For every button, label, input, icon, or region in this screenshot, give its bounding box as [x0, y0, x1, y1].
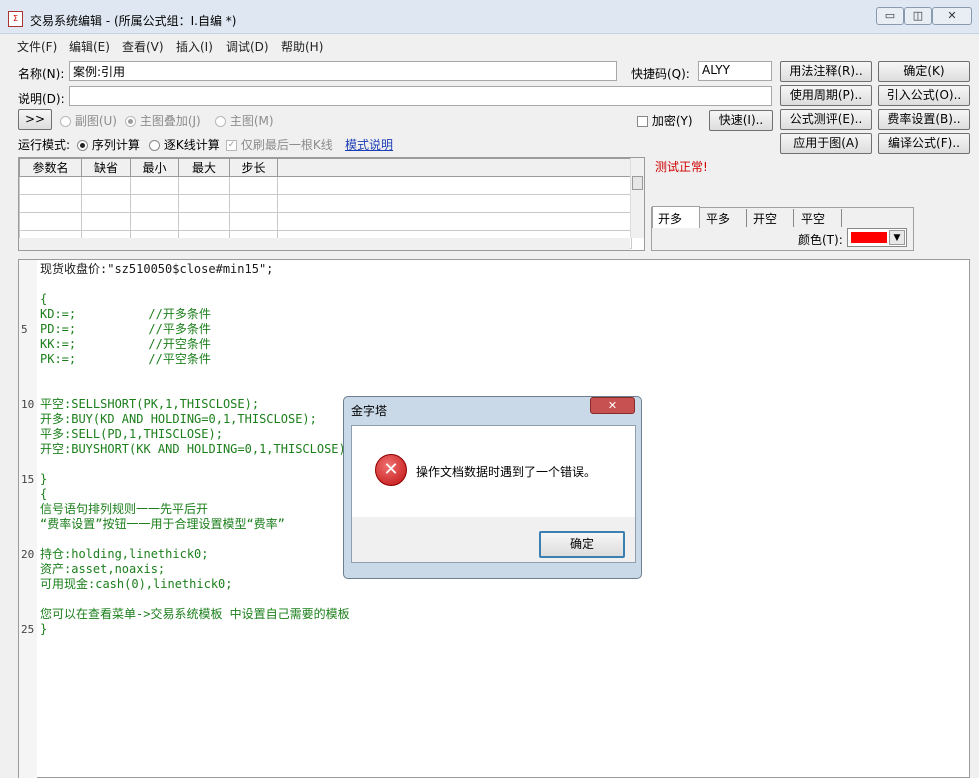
chevron-down-icon[interactable]: ▼ [889, 230, 905, 245]
overlay-radio[interactable]: 主图叠加(J) [125, 112, 201, 129]
code-line[interactable]: { [40, 292, 47, 307]
app-icon: Σ [8, 11, 23, 27]
dialog-title: 金字塔 [351, 404, 388, 418]
line-number: 10 [21, 398, 35, 411]
quick-button[interactable]: 快速(I).. [709, 110, 773, 131]
tab-open-short[interactable]: 开空 [750, 209, 794, 227]
code-line[interactable]: { [40, 487, 47, 502]
line-number: 15 [21, 473, 35, 486]
sequence-mode-radio[interactable]: 序列计算 [77, 136, 140, 153]
dialog-ok-button[interactable]: 确定 [539, 531, 625, 558]
params-header-max: 最大 [178, 158, 230, 177]
code-line[interactable]: KD:=; //开多条件 [40, 307, 211, 322]
code-line[interactable]: 平多:SELL(PD,1,THISCLOSE); [40, 427, 223, 442]
code-line[interactable]: 信号语句排列规则一一先平后开 [40, 502, 208, 517]
last-bar-checkbox[interactable]: ✓ 仅刷最后一根K线 [226, 136, 333, 153]
code-line[interactable]: 资产:asset,noaxis; [40, 562, 165, 577]
params-header-default: 缺省 [81, 158, 131, 177]
tab-close-short[interactable]: 平空 [798, 209, 842, 227]
line-number: 25 [21, 623, 35, 636]
code-line[interactable]: “费率设置”按钮一一用于合理设置模型“费率” [40, 517, 285, 532]
bar-mode-radio[interactable]: 逐K线计算 [149, 136, 220, 153]
usage-period-button[interactable]: 使用周期(P).. [780, 85, 872, 106]
params-vscrollbar[interactable] [630, 158, 644, 238]
params-header-min: 最小 [130, 158, 179, 177]
params-header-name: 参数名 [19, 158, 82, 177]
window-title: 交易系统编辑 - (所属公式组：I.自编 *) [30, 14, 237, 28]
menu-edit[interactable]: 编辑(E) [69, 38, 110, 55]
table-row[interactable] [19, 194, 632, 213]
params-header-step: 步长 [229, 158, 278, 177]
shortcut-label: 快捷码(Q): [631, 67, 690, 81]
code-line[interactable]: PK:=; //平空条件 [40, 352, 211, 367]
code-line[interactable]: 开空:BUYSHORT(KK AND HOLDING=0,1,THISCLOSE… [40, 442, 353, 457]
close-window-button[interactable]: ✕ [932, 7, 972, 25]
usage-notes-button[interactable]: 用法注释(R).. [780, 61, 872, 82]
mainchart-radio[interactable]: 主图(M) [215, 112, 274, 129]
line-number: 5 [21, 323, 28, 336]
params-header-row: 参数名 缺省 最小 最大 步长 [19, 158, 632, 177]
name-label: 名称(N): [18, 67, 65, 81]
menu-debug[interactable]: 调试(D) [226, 38, 269, 55]
color-swatch [851, 232, 887, 243]
apply-to-chart-button[interactable]: 应用于图(A) [780, 133, 872, 154]
subchart-radio[interactable]: 副图(U) [60, 112, 117, 129]
params-hscrollbar[interactable] [19, 238, 630, 250]
desc-label: 说明(D): [18, 92, 65, 106]
code-line[interactable]: 现货收盘价:"sz510050$close#min15"; [40, 262, 273, 277]
color-label: 颜色(T): [798, 233, 843, 247]
confirm-button[interactable]: 确定(K) [878, 61, 970, 82]
menu-file[interactable]: 文件(F) [17, 38, 57, 55]
desc-input[interactable] [69, 86, 772, 106]
params-table[interactable]: 参数名 缺省 最小 最大 步长 [18, 157, 645, 251]
line-number-gutter [19, 260, 37, 778]
encrypt-checkbox[interactable]: 加密(Y) [637, 112, 693, 129]
menu-view[interactable]: 查看(V) [122, 38, 164, 55]
scroll-thumb[interactable] [632, 176, 643, 190]
error-icon: ✕ [375, 454, 407, 486]
code-line[interactable]: KK:=; //开空条件 [40, 337, 211, 352]
expand-button[interactable]: >> [18, 109, 52, 130]
color-select[interactable]: ▼ [847, 228, 907, 247]
code-line[interactable]: } [40, 472, 47, 487]
import-formula-button[interactable]: 引入公式(O).. [878, 85, 970, 106]
test-status: 测试正常! [655, 160, 708, 174]
tab-close-long[interactable]: 平多 [703, 209, 747, 227]
params-header-empty [277, 158, 632, 177]
tab-open-long[interactable]: 开多 [652, 206, 700, 228]
compile-formula-button[interactable]: 编译公式(F).. [878, 133, 970, 154]
mode-help-link[interactable]: 模式说明 [345, 136, 393, 153]
maximize-button[interactable]: ◫ [904, 7, 932, 25]
code-line[interactable]: 平空:SELLSHORT(PK,1,THISCLOSE); [40, 397, 259, 412]
dialog-message: 操作文档数据时遇到了一个错误。 [416, 465, 597, 479]
code-line[interactable]: } [40, 622, 47, 637]
menu-help[interactable]: 帮助(H) [281, 38, 323, 55]
code-line[interactable]: 您可以在查看菜单->交易系统模板 中设置自己需要的模板 [40, 607, 350, 622]
line-number: 20 [21, 548, 35, 561]
table-row[interactable] [19, 176, 632, 195]
dialog-close-button[interactable]: ✕ [590, 397, 635, 414]
shortcut-input[interactable]: ALYY [698, 61, 772, 81]
fee-settings-button[interactable]: 费率设置(B).. [878, 109, 970, 130]
table-row[interactable] [19, 212, 632, 231]
code-line[interactable]: PD:=; //平多条件 [40, 322, 211, 337]
name-input[interactable]: 案例:引用 [69, 61, 617, 81]
formula-test-button[interactable]: 公式测评(E).. [780, 109, 872, 130]
code-line[interactable]: 可用现金:cash(0),linethick0; [40, 577, 233, 592]
minimize-button[interactable]: ▭ [876, 7, 904, 25]
code-line[interactable]: 持仓:holding,linethick0; [40, 547, 209, 562]
run-mode-label: 运行模式: [18, 138, 71, 152]
code-line[interactable]: 开多:BUY(KD AND HOLDING=0,1,THISCLOSE); [40, 412, 317, 427]
menu-insert[interactable]: 插入(I) [176, 38, 213, 55]
